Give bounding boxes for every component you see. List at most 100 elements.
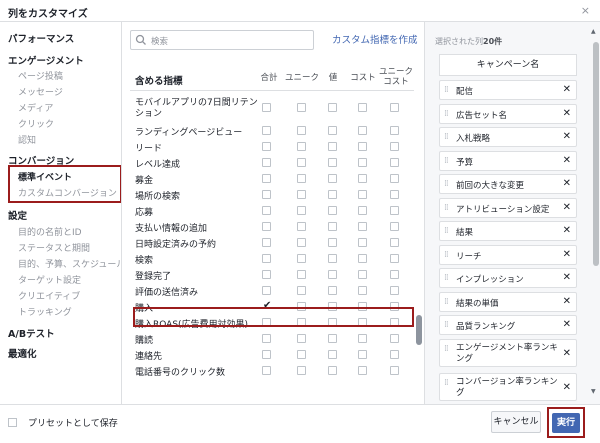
- selected-column-item[interactable]: ⁞⁞ エンゲージメント率ランキング ✕: [439, 338, 577, 367]
- metric-checkbox[interactable]: [262, 286, 271, 295]
- selected-column-item[interactable]: ⁞⁞ 品質ランキング ✕: [439, 315, 577, 335]
- metric-checkbox[interactable]: [297, 103, 306, 112]
- metric-checkbox[interactable]: [390, 270, 399, 279]
- metric-checkbox[interactable]: [262, 270, 271, 279]
- drag-handle-icon[interactable]: ⁞⁞: [444, 179, 449, 189]
- drag-handle-icon[interactable]: ⁞⁞: [444, 273, 449, 283]
- metric-checkbox[interactable]: [358, 238, 367, 247]
- remove-icon[interactable]: ✕: [563, 348, 571, 359]
- metric-checkbox[interactable]: [297, 286, 306, 295]
- metric-checkbox[interactable]: [297, 334, 306, 343]
- metric-checkbox[interactable]: [390, 286, 399, 295]
- drag-handle-icon[interactable]: ⁞⁞: [444, 320, 449, 330]
- metric-checkbox[interactable]: [358, 254, 367, 263]
- metric-checkbox[interactable]: [297, 174, 306, 183]
- drag-handle-icon[interactable]: ⁞⁞: [444, 226, 449, 236]
- metric-checkbox[interactable]: [297, 366, 306, 375]
- sidebar-item-tracking[interactable]: トラッキング: [18, 305, 72, 318]
- remove-icon[interactable]: ✕: [563, 249, 571, 260]
- metric-checkbox[interactable]: [390, 206, 399, 215]
- remove-icon[interactable]: ✕: [563, 319, 571, 330]
- metric-checkbox[interactable]: [262, 158, 271, 167]
- selected-column-item[interactable]: ⁞⁞ インプレッション ✕: [439, 268, 577, 288]
- metric-checkbox[interactable]: [328, 334, 337, 343]
- sidebar-item-page-posts[interactable]: ページ投稿: [18, 69, 63, 82]
- sidebar-item-media[interactable]: メディア: [18, 101, 53, 114]
- selected-column-item[interactable]: ⁞⁞ 配信 ✕: [439, 80, 577, 100]
- selected-column-item[interactable]: ⁞⁞ 広告セット名 ✕: [439, 103, 577, 124]
- remove-icon[interactable]: ✕: [563, 155, 571, 166]
- metric-checkbox[interactable]: [262, 174, 271, 183]
- metric-checkbox[interactable]: [358, 334, 367, 343]
- selected-column-item[interactable]: ⁞⁞ アトリビューション設定 ✕: [439, 197, 577, 218]
- selected-column-item[interactable]: ⁞⁞ 入札戦略 ✕: [439, 127, 577, 147]
- metric-checkbox[interactable]: [262, 222, 271, 231]
- metric-checkbox[interactable]: [390, 158, 399, 167]
- metric-checkbox[interactable]: [262, 190, 271, 199]
- metric-checkbox[interactable]: [358, 270, 367, 279]
- metric-checkbox[interactable]: [297, 254, 306, 263]
- metric-checkbox[interactable]: [358, 350, 367, 359]
- selected-column-item[interactable]: ⁞⁞ 結果の単価 ✕: [439, 291, 577, 312]
- metric-checkbox[interactable]: [262, 103, 271, 112]
- metric-checkbox[interactable]: [328, 270, 337, 279]
- metric-checkbox[interactable]: [328, 206, 337, 215]
- metric-checkbox[interactable]: [358, 158, 367, 167]
- metric-checkbox[interactable]: [358, 222, 367, 231]
- sidebar-item-ab-test[interactable]: A/Bテスト: [8, 326, 55, 340]
- metric-checkbox[interactable]: [262, 334, 271, 343]
- remove-icon[interactable]: ✕: [563, 131, 571, 142]
- selected-column-item[interactable]: ⁞⁞ 予算 ✕: [439, 150, 577, 171]
- metric-checkbox[interactable]: [390, 254, 399, 263]
- drag-handle-icon[interactable]: ⁞⁞: [444, 203, 449, 213]
- metric-checkbox[interactable]: [262, 238, 271, 247]
- metric-checkbox[interactable]: [358, 126, 367, 135]
- metric-checkbox[interactable]: [297, 206, 306, 215]
- metric-checkbox[interactable]: [390, 126, 399, 135]
- create-custom-metric-link[interactable]: カスタム指標を作成: [332, 32, 418, 46]
- remove-icon[interactable]: ✕: [563, 178, 571, 189]
- metric-checkbox[interactable]: [328, 190, 337, 199]
- metric-checkbox[interactable]: [297, 238, 306, 247]
- sidebar-item-performance[interactable]: パフォーマンス: [8, 31, 74, 45]
- metric-checkbox[interactable]: [328, 142, 337, 151]
- sidebar-item-settings[interactable]: 設定: [8, 208, 27, 222]
- search-input[interactable]: 検索: [130, 30, 314, 50]
- metric-checkbox[interactable]: [297, 158, 306, 167]
- selected-column-item[interactable]: ⁞⁞ 結果 ✕: [439, 221, 577, 241]
- remove-icon[interactable]: ✕: [563, 272, 571, 283]
- sidebar-item-objective-name-id[interactable]: 目的の名前とID: [18, 225, 82, 238]
- metric-checkbox[interactable]: [358, 103, 367, 112]
- metric-checkbox[interactable]: [297, 126, 306, 135]
- sidebar-item-status-duration[interactable]: ステータスと期間: [18, 241, 90, 254]
- save-preset-checkbox[interactable]: [8, 418, 17, 427]
- metric-checkbox[interactable]: [390, 238, 399, 247]
- metric-checkbox[interactable]: [358, 190, 367, 199]
- sidebar-item-clicks[interactable]: クリック: [18, 117, 54, 130]
- remove-icon[interactable]: ✕: [563, 296, 571, 307]
- remove-icon[interactable]: ✕: [563, 225, 571, 236]
- selected-column-item[interactable]: ⁞⁞ 前回の大きな変更 ✕: [439, 174, 577, 194]
- selected-scrollbar[interactable]: ▲ ▼: [591, 28, 600, 404]
- metric-checkbox[interactable]: [262, 254, 271, 263]
- metric-checkbox[interactable]: [390, 103, 399, 112]
- cancel-button[interactable]: キャンセル: [491, 411, 541, 433]
- drag-handle-icon[interactable]: ⁞⁞: [444, 85, 449, 95]
- remove-icon[interactable]: ✕: [563, 84, 571, 95]
- metric-checkbox[interactable]: [297, 270, 306, 279]
- metric-checkbox[interactable]: [328, 222, 337, 231]
- metric-checkbox[interactable]: [390, 334, 399, 343]
- sidebar-item-optimization[interactable]: 最適化: [8, 346, 37, 360]
- apply-button[interactable]: 実行: [552, 413, 580, 433]
- remove-icon[interactable]: ✕: [563, 108, 571, 119]
- metric-checkbox[interactable]: [262, 350, 271, 359]
- sidebar-item-creative[interactable]: クリエイティブ: [18, 289, 80, 302]
- sidebar-item-objective-budget-schedule[interactable]: 目的、予算、スケジュール: [18, 257, 121, 270]
- drag-handle-icon[interactable]: ⁞⁞: [444, 109, 449, 119]
- metric-checkbox[interactable]: [262, 206, 271, 215]
- metric-checkbox[interactable]: [297, 222, 306, 231]
- sidebar-item-awareness[interactable]: 認知: [18, 133, 36, 146]
- metric-checkbox[interactable]: [328, 103, 337, 112]
- drag-handle-icon[interactable]: ⁞⁞: [444, 156, 449, 166]
- metric-checkbox[interactable]: [297, 142, 306, 151]
